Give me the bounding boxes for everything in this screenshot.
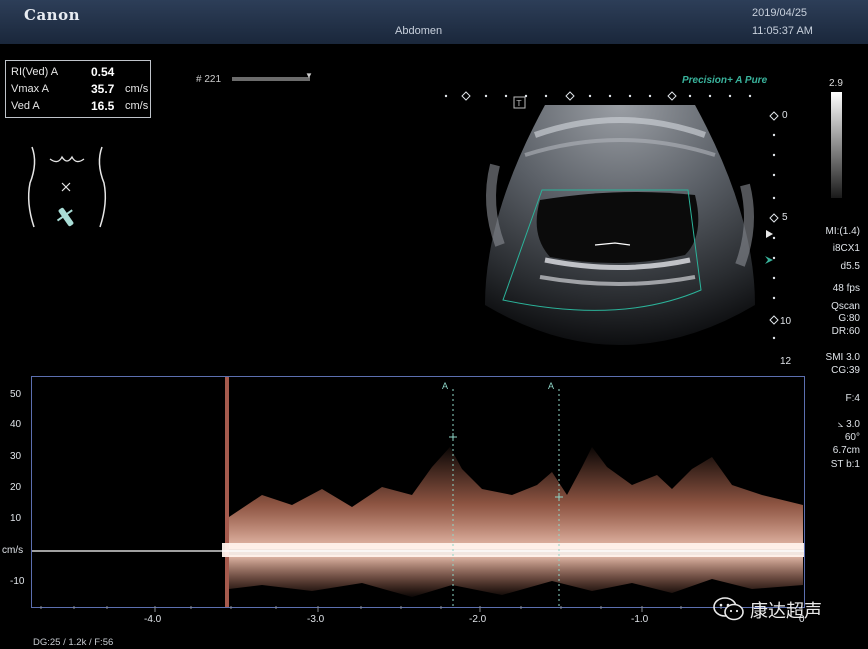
doppler-spectrum-panel: A A xyxy=(31,376,805,608)
gray-scale-max: 2.9 xyxy=(829,78,843,89)
measurement-ri: RI(Ved) A 0.54 xyxy=(11,64,149,80)
measurement-label: Ved A xyxy=(11,100,40,112)
header-bar: Canon Abdomen 2019/04/25 11:05:37 AM xyxy=(0,0,868,44)
y-tick: 40 xyxy=(10,419,22,430)
param-qscan: Qscan xyxy=(831,301,860,312)
cine-frame-slider[interactable] xyxy=(232,77,310,81)
param-freq-value: 3.0 xyxy=(846,419,860,430)
param-focus: F:4 xyxy=(845,393,860,404)
param-mi: MI:(1.4) xyxy=(825,226,860,237)
x-tick: -3.0 xyxy=(307,614,325,625)
param-depth: d5.5 xyxy=(840,261,860,272)
body-marker-icon xyxy=(27,146,107,228)
measurement-panel: RI(Ved) A 0.54 Vmax A 35.7 cm/s Ved A 16… xyxy=(5,60,151,118)
param-freq: ⦣ 3.0 xyxy=(838,419,860,430)
cine-marker-icon: ▼ xyxy=(305,71,313,80)
x-tick: -1.0 xyxy=(631,614,649,625)
doppler-settings-footer: DG:25 / 1.2k / F:56 xyxy=(33,637,114,648)
measurement-unit: cm/s xyxy=(125,83,149,95)
y-tick: 50 xyxy=(10,389,22,400)
depth-label-10: 10 xyxy=(780,316,792,327)
time-axis xyxy=(40,606,803,612)
param-smi: SMI 3.0 xyxy=(825,352,860,363)
depth-scale xyxy=(444,91,779,340)
param-st: ST b:1 xyxy=(830,459,860,470)
exam-title: Abdomen xyxy=(395,25,443,37)
vmax-cursor-icon[interactable] xyxy=(449,433,457,441)
measurement-value: 16.5 xyxy=(91,99,115,113)
y-axis-unit: cm/s xyxy=(2,545,24,556)
measurement-vmax: Vmax A 35.7 cm/s xyxy=(11,81,149,97)
angle-icon: ⦣ xyxy=(837,419,847,430)
depth-label-0: 0 xyxy=(782,110,788,121)
depth-label-5: 5 xyxy=(782,212,788,223)
param-cg: CG:39 xyxy=(831,365,860,376)
measurement-value: 0.54 xyxy=(91,65,115,79)
mode-label: Precision+ A Pure xyxy=(682,75,768,86)
marker-a-2: A xyxy=(548,381,554,391)
wechat-icon xyxy=(713,597,744,621)
brand-logo: Canon xyxy=(24,6,80,24)
y-tick: 10 xyxy=(10,513,22,524)
gray-scale-bar xyxy=(831,92,842,198)
param-gate-depth: 6.7cm xyxy=(832,445,860,456)
measurement-label: RI(Ved) A xyxy=(11,66,59,78)
y-tick: 30 xyxy=(10,451,22,462)
measurement-label: Vmax A xyxy=(11,83,49,95)
param-dr: DR:60 xyxy=(831,326,860,337)
watermark-text: 康达超声 xyxy=(750,601,822,622)
depth-label-12: 12 xyxy=(780,356,792,367)
exam-date: 2019/04/25 xyxy=(752,7,808,19)
measurement-value: 35.7 xyxy=(91,82,115,96)
exam-time: 11:05:37 AM xyxy=(752,25,813,37)
x-tick: -4.0 xyxy=(144,614,162,625)
x-tick: -2.0 xyxy=(469,614,487,625)
frame-number: # 221 xyxy=(196,74,222,85)
measurement-unit: cm/s xyxy=(125,100,149,112)
doppler-spectrum: A A xyxy=(32,377,804,607)
y-tick: -10 xyxy=(10,576,25,587)
param-gain: G:80 xyxy=(838,313,860,324)
y-tick: 20 xyxy=(10,482,22,493)
param-fps: 48 fps xyxy=(832,283,860,294)
param-angle: 60° xyxy=(844,432,860,443)
measurement-ved: Ved A 16.5 cm/s xyxy=(11,98,149,114)
param-probe: i8CX1 xyxy=(832,243,860,254)
marker-a-1: A xyxy=(442,381,448,391)
